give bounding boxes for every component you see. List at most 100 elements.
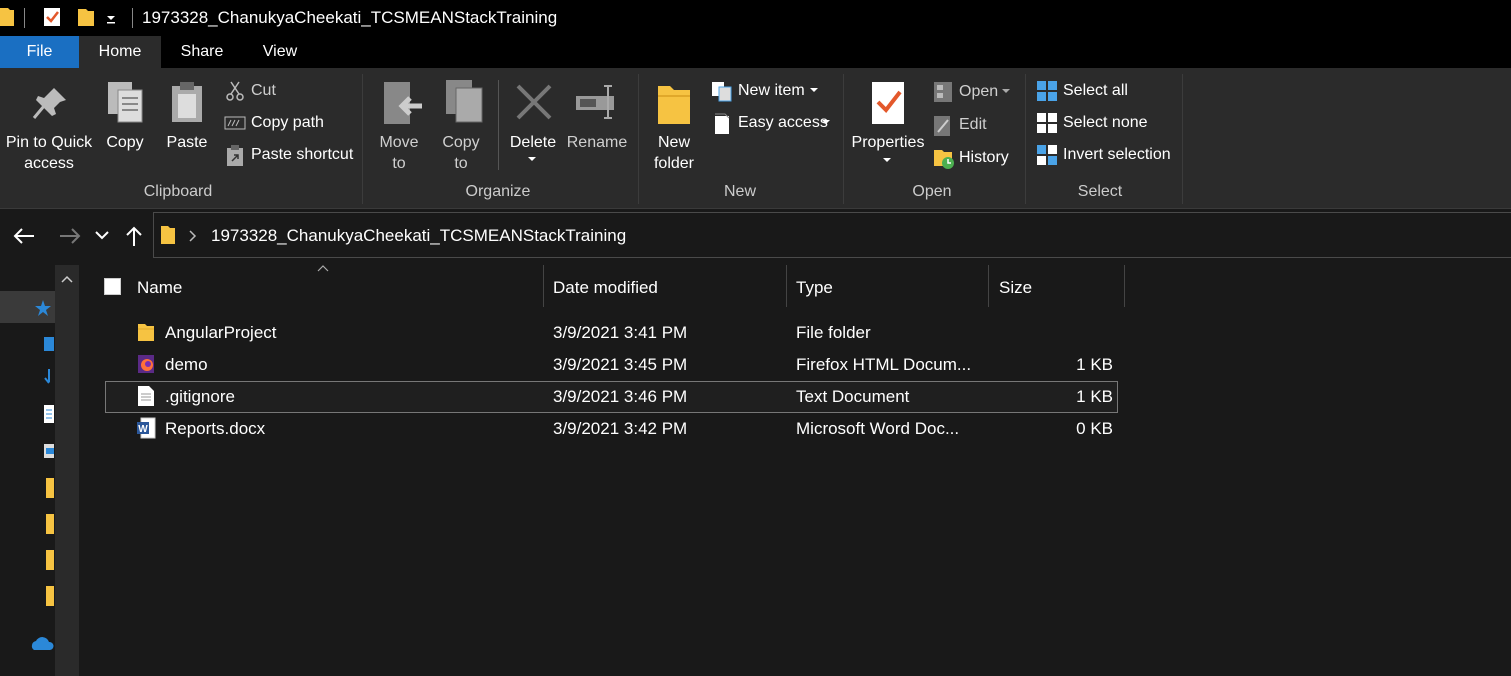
folder-icon[interactable] [46,549,54,571]
move-to-line2: to [392,155,406,172]
new-item-dropdown-icon[interactable] [808,86,820,96]
properties-button[interactable]: Properties [848,132,928,153]
file-size: 0 KB [1076,419,1113,438]
group-divider [1182,74,1183,204]
file-size: 1 KB [1076,387,1113,406]
new-folder-button[interactable]: New folder [646,132,702,174]
folder-icon [161,226,175,244]
customize-toolbar-icon[interactable] [104,10,118,26]
forward-arrow-icon[interactable] [58,226,82,246]
column-header-date-modified[interactable]: Date modified [553,278,658,298]
folder-icon[interactable] [46,513,54,535]
paste-shortcut-button[interactable]: Paste shortcut [251,146,353,164]
column-header-size[interactable]: Size [999,278,1032,298]
delete-dropdown-icon[interactable] [526,154,538,164]
open-dropdown-icon[interactable] [1000,87,1012,97]
group-divider [1025,74,1026,204]
column-divider[interactable] [988,265,989,307]
folder-icon [138,324,154,341]
breadcrumb-current-folder[interactable]: 1973328_ChanukyaCheekati_TCSMEANStackTra… [211,226,626,246]
column-divider[interactable] [786,265,787,307]
select-all-checkbox[interactable] [104,278,121,295]
open-group-label: Open [912,183,952,200]
file-name: Reports.docx [165,419,266,438]
copy-to-button[interactable]: Copy to [432,132,490,174]
up-arrow-icon[interactable] [124,225,144,247]
folder-icon[interactable] [46,585,54,607]
file-row[interactable]: .gitignore 3/9/2021 3:46 PM Text Documen… [105,381,1118,413]
column-divider[interactable] [543,265,544,307]
svg-text:W: W [138,424,148,435]
select-none-button[interactable]: Select none [1063,114,1148,132]
copy-to-icon [446,80,483,123]
edit-button[interactable]: Edit [959,116,987,134]
file-date: 3/9/2021 3:42 PM [553,419,688,438]
pin-to-quick-access-button[interactable]: Pin to Quick access [0,132,98,174]
paste-button[interactable]: Paste [158,132,216,153]
tab-home[interactable]: Home [79,36,161,68]
word-icon: W [137,417,156,439]
tab-share[interactable]: Share [161,36,243,68]
tab-file[interactable]: File [0,36,79,68]
properties-dropdown-icon[interactable] [881,156,893,166]
easy-access-icon [715,113,730,134]
copy-button[interactable]: Copy [98,132,152,153]
easy-access-dropdown-icon[interactable] [820,118,832,128]
file-size: 1 KB [1076,355,1113,374]
breadcrumb-chevron-icon[interactable] [188,229,198,243]
invert-selection-icon [1037,145,1057,165]
column-divider[interactable] [1124,265,1125,307]
new-folder-icon [658,86,690,124]
folder-icon[interactable] [46,477,54,499]
desktop-icon[interactable] [44,335,54,353]
organize-divider [498,80,499,170]
cut-button[interactable]: Cut [251,82,276,100]
file-type: File folder [796,323,871,342]
new-item-button[interactable]: New item [738,82,805,100]
copy-to-line1: Copy [442,134,480,151]
back-arrow-icon[interactable] [12,226,36,246]
move-to-button[interactable]: Move to [368,132,430,174]
delete-icon [516,84,552,120]
pictures-icon[interactable] [44,442,54,460]
onedrive-cloud-icon[interactable] [30,634,54,652]
documents-icon[interactable] [44,404,54,424]
sort-ascending-icon [317,265,329,272]
file-name: demo [165,355,208,374]
window-title: 1973328_ChanukyaCheekati_TCSMEANStackTra… [142,8,558,27]
properties-quick-icon[interactable] [42,6,64,28]
easy-access-button[interactable]: Easy access [738,114,828,132]
file-row[interactable]: AngularProject 3/9/2021 3:41 PM File fol… [105,317,1118,349]
select-group-label: Select [1077,183,1123,200]
recent-locations-chevron-icon[interactable] [94,228,110,242]
properties-icon [872,82,904,124]
column-header-type[interactable]: Type [796,278,833,298]
file-row[interactable]: W Reports.docx 3/9/2021 3:42 PM Microsof… [105,413,1118,445]
file-name: AngularProject [165,323,277,342]
file-row[interactable]: demo 3/9/2021 3:45 PM Firefox HTML Docum… [105,349,1118,381]
select-all-button[interactable]: Select all [1063,82,1128,100]
tab-view[interactable]: View [243,36,317,68]
clipboard-group-label: Clipboard [143,183,213,200]
invert-selection-button[interactable]: Invert selection [1063,146,1171,164]
downloads-icon[interactable] [44,368,54,386]
nav-pane-scrollbar[interactable] [55,265,79,676]
select-none-icon [1037,113,1057,133]
copy-icon [108,82,143,123]
copy-path-icon [224,116,246,130]
file-type: Firefox HTML Docum... [796,355,972,374]
group-divider [362,74,363,204]
scroll-up-icon[interactable] [60,274,74,284]
move-to-icon [384,82,422,124]
quick-access-star-icon[interactable] [34,299,52,317]
file-date: 3/9/2021 3:41 PM [553,323,688,342]
copy-path-button[interactable]: Copy path [251,114,324,132]
delete-button[interactable]: Delete [504,132,562,153]
history-button[interactable]: History [959,149,1009,167]
new-folder-line2: folder [653,155,695,172]
open-button[interactable]: Open [959,83,998,101]
rename-button[interactable]: Rename [566,132,628,153]
column-header-name[interactable]: Name [137,278,182,298]
new-group-label: New [723,183,756,200]
new-folder-quick-icon[interactable] [76,6,96,28]
